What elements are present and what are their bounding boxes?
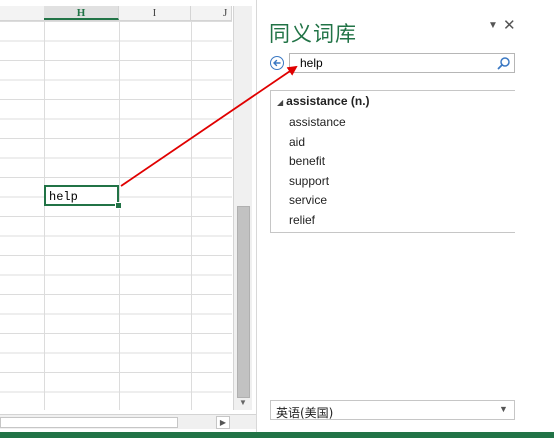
synonym-item[interactable]: support (289, 172, 346, 192)
close-icon[interactable]: ✕ (503, 16, 516, 34)
vertical-scroll-thumb[interactable] (237, 206, 250, 398)
search-input-value: help (300, 56, 323, 70)
horizontal-scroll-track[interactable] (0, 417, 178, 428)
vertical-scrollbar[interactable]: ▼ (233, 6, 252, 410)
scroll-right-arrow-icon[interactable]: ▶ (216, 416, 230, 429)
chevron-down-icon[interactable]: ▼ (499, 404, 508, 414)
search-icon[interactable] (497, 56, 511, 75)
synonym-item[interactable]: benefit (289, 152, 346, 172)
thesaurus-pane: 同义词库 ▼ ✕ help ◢ assistance (n.) assistanc… (256, 0, 554, 432)
synonym-group-heading[interactable]: ◢ assistance (n.) (277, 94, 370, 108)
dropdown-options-icon[interactable]: ▼ (488, 20, 498, 31)
pane-title: 同义词库 (269, 22, 357, 46)
synonym-item[interactable]: service (289, 191, 346, 211)
synonym-item[interactable]: assistance (289, 113, 346, 133)
grid-column-line (191, 21, 192, 410)
column-header-h[interactable]: H (44, 6, 119, 20)
grid-column-line (44, 21, 45, 410)
active-cell-value: help (49, 190, 78, 204)
column-header-row: H I J (0, 6, 232, 21)
synonym-item[interactable]: relief (289, 211, 346, 231)
status-bar (0, 432, 554, 438)
column-header-j[interactable]: J (191, 6, 232, 20)
horizontal-scrollbar[interactable]: ▶ (0, 414, 256, 429)
synonym-item[interactable]: comfort (289, 230, 346, 232)
column-header-i[interactable]: I (119, 6, 191, 20)
cell-grid[interactable] (0, 21, 232, 410)
collapse-triangle-icon[interactable]: ◢ (277, 98, 283, 107)
fill-handle[interactable] (115, 202, 122, 209)
language-value: 英语(美国) (276, 406, 334, 420)
scroll-down-arrow-icon[interactable]: ▼ (237, 398, 249, 408)
synonym-results: ◢ assistance (n.) assistance aid benefit … (270, 90, 515, 233)
language-select[interactable]: 英语(美国) ▼ (270, 400, 515, 420)
synonym-list: assistance aid benefit support service r… (289, 113, 346, 232)
spreadsheet-area: H I J help ▼ ▶ (0, 0, 256, 444)
back-arrow-icon[interactable] (270, 56, 284, 70)
grid-column-line (119, 21, 120, 410)
synonym-item[interactable]: aid (289, 133, 346, 153)
active-cell[interactable]: help (44, 185, 119, 206)
search-input[interactable]: help (289, 53, 515, 73)
synonym-group-label: assistance (n.) (286, 94, 370, 108)
